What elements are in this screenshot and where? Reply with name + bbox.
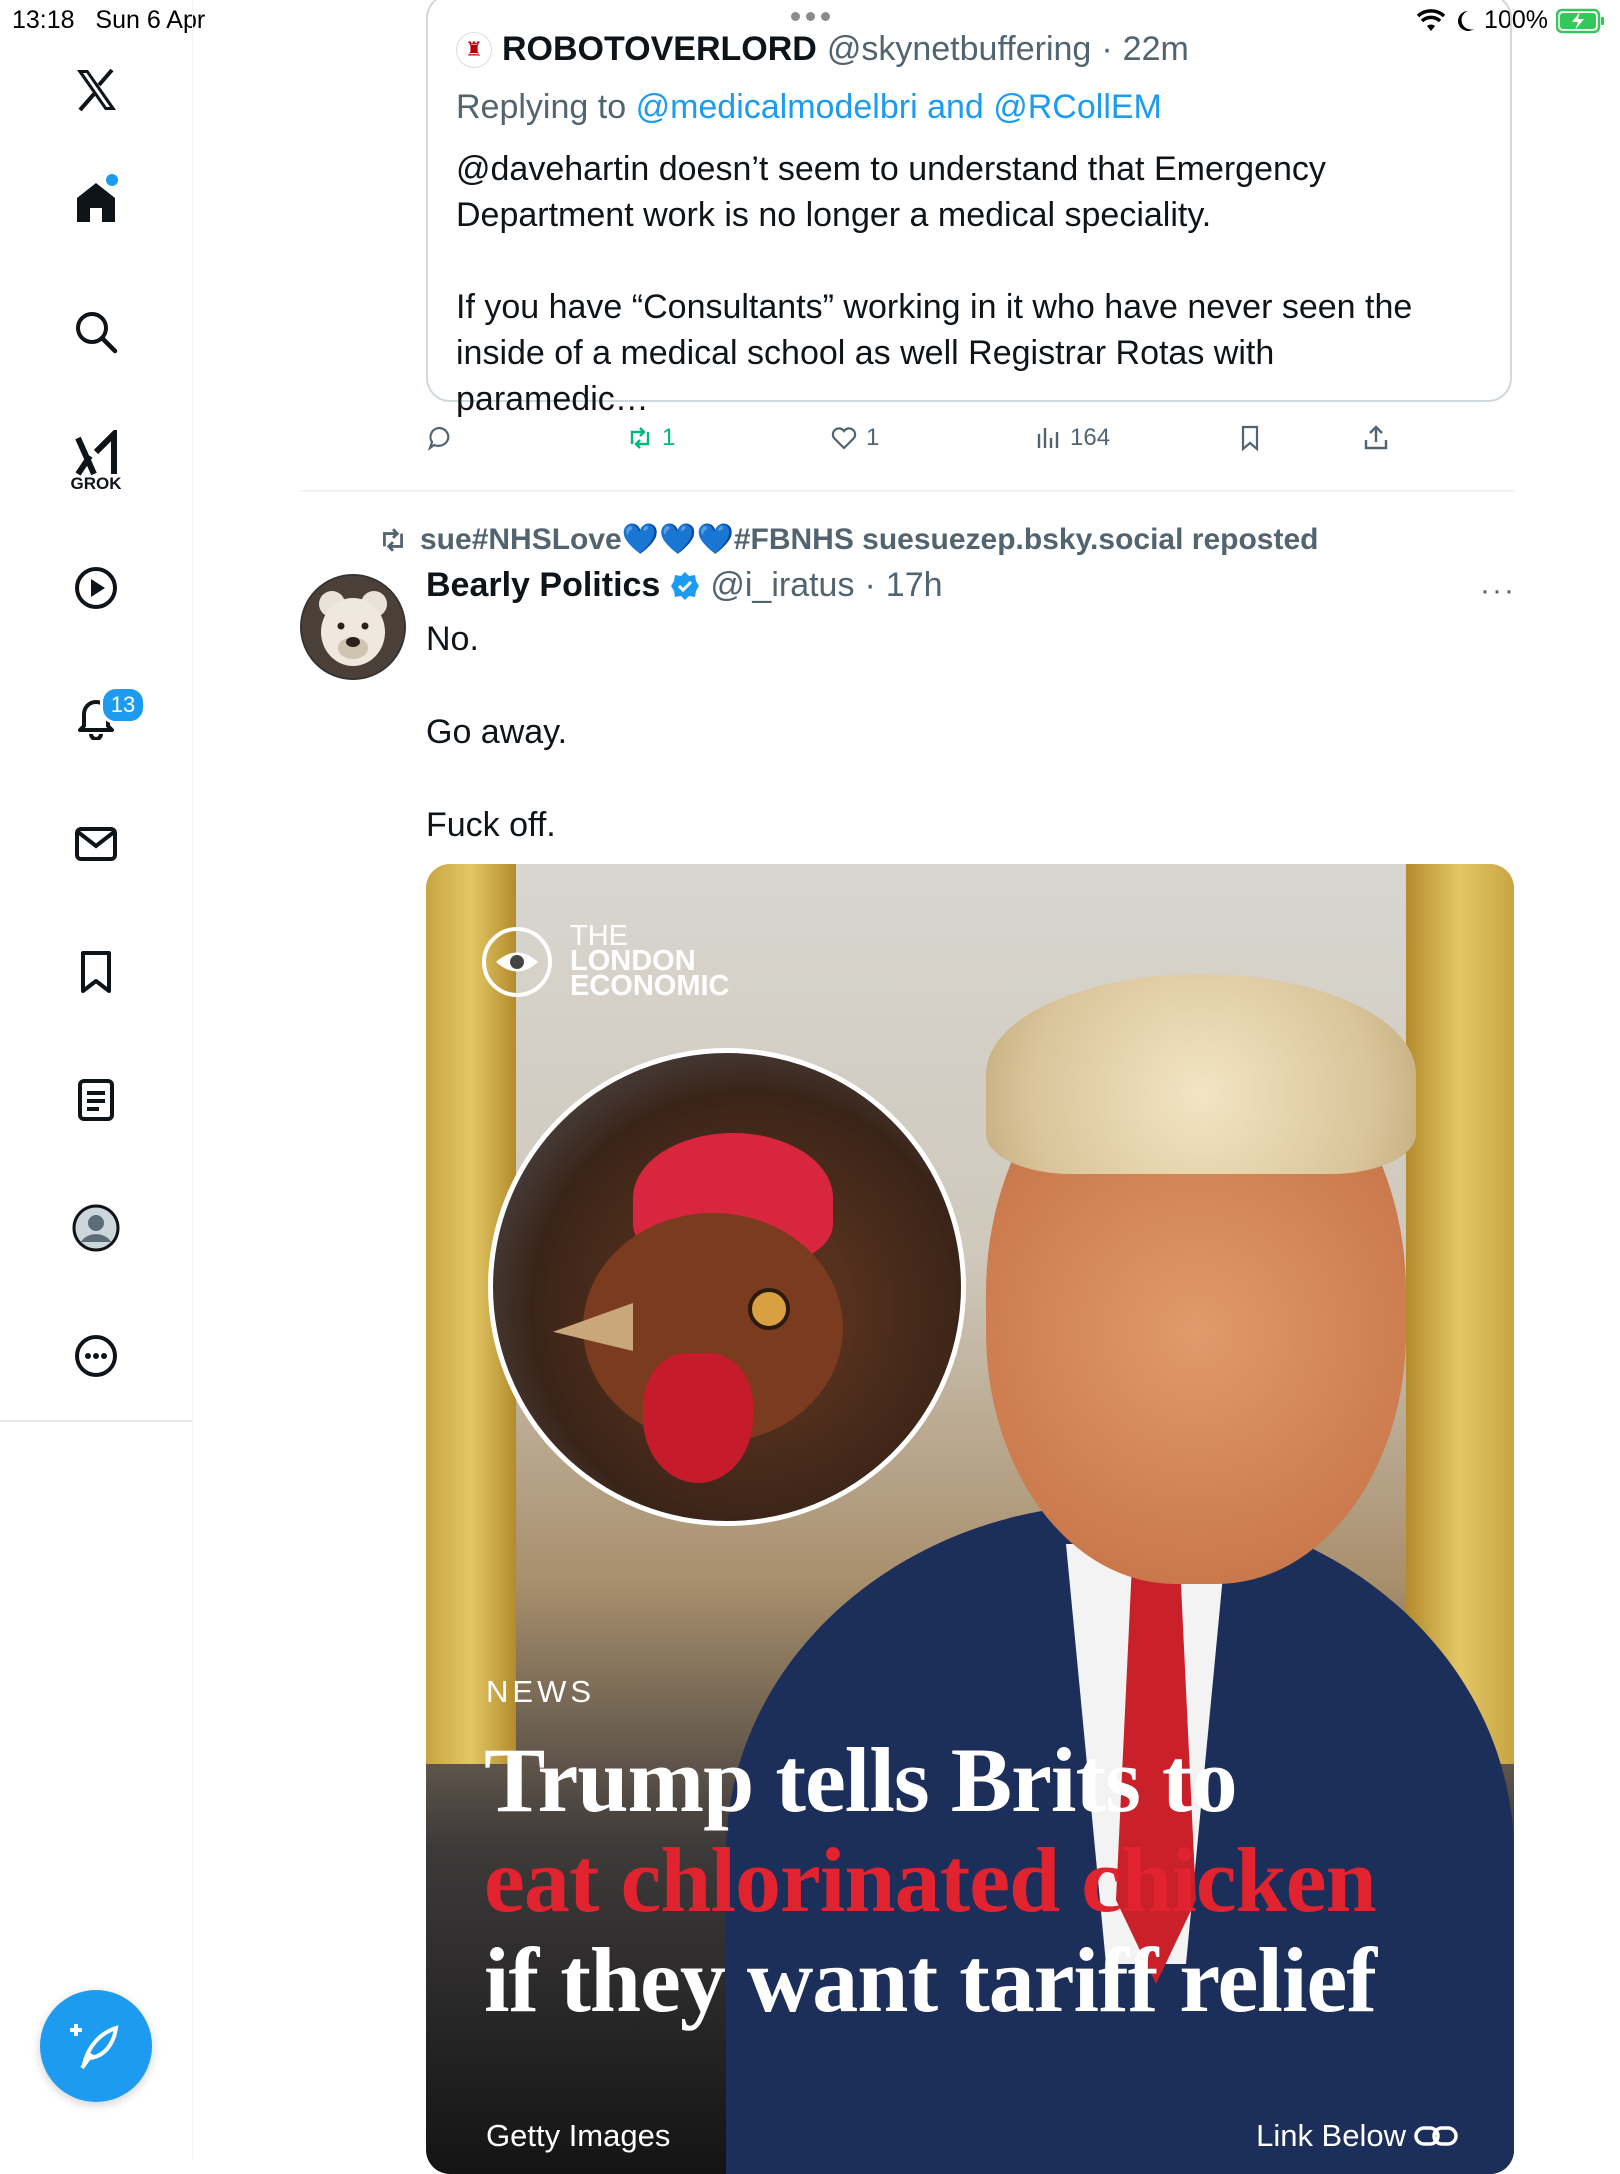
quoted-author-name[interactable]: ROBOTOVERLORD xyxy=(502,30,817,69)
messages-icon[interactable] xyxy=(66,814,126,874)
headline-line: Trump tells Brits to xyxy=(484,1729,1238,1831)
home-unread-dot xyxy=(106,174,118,186)
notifications-badge: 13 xyxy=(100,686,146,724)
sidebar-divider xyxy=(0,1420,192,1422)
quoted-body-paragraph: If you have “Consultants” working in it … xyxy=(456,288,1413,418)
repost-icon xyxy=(383,527,403,552)
quoted-body-paragraph: @davehartin doesn’t seem to understand t… xyxy=(456,150,1326,234)
lists-icon[interactable] xyxy=(66,1070,126,1130)
portrait-hair xyxy=(986,974,1416,1174)
replying-to-line: Replying to @medicalmodelbri and @RCollE… xyxy=(456,88,1162,127)
publisher-logo: THE LONDON ECONOMIC xyxy=(482,922,730,1002)
verified-badge-icon xyxy=(671,571,700,600)
tweet-header: Bearly Politics @i_iratus · 17h xyxy=(426,566,943,605)
views-button[interactable]: 164 xyxy=(1034,424,1110,452)
reposter-name: sue#NHSLove xyxy=(420,523,622,556)
grok-nav-item[interactable]: GROK xyxy=(66,422,126,502)
section-label: NEWS xyxy=(486,1674,595,1709)
more-icon[interactable] xyxy=(66,1326,126,1386)
bookmark-icon xyxy=(1241,425,1259,452)
tweet-line: Go away. xyxy=(426,713,568,751)
author-avatar[interactable] xyxy=(300,574,406,680)
compose-button[interactable] xyxy=(40,1990,152,2102)
x-logo-icon[interactable] xyxy=(66,60,126,120)
bear-avatar-icon xyxy=(302,576,404,678)
like-count: 1 xyxy=(866,424,880,451)
reposter-hearts: 💙💙💙 xyxy=(621,523,734,556)
headline-line: eat chlorinated chicken xyxy=(484,1829,1377,1931)
eye-logo-icon xyxy=(482,926,552,997)
replying-to-prefix: Replying to xyxy=(456,88,627,126)
author-handle[interactable]: @i_iratus xyxy=(710,566,854,605)
retweet-count: 1 xyxy=(662,424,676,451)
repost-label: #FBNHS suesuezep.bsky.social reposted xyxy=(733,523,1319,556)
headline-line: if they want tariff relief xyxy=(484,1929,1377,2031)
views-chart-icon xyxy=(1037,428,1059,448)
grok-label: GROK xyxy=(70,474,122,493)
heart-icon xyxy=(831,427,857,450)
profile-avatar-icon[interactable] xyxy=(66,1198,126,1258)
chicken-eye xyxy=(748,1288,790,1330)
quoted-timestamp: 22m xyxy=(1122,30,1189,68)
author-name[interactable]: Bearly Politics xyxy=(426,566,660,605)
video-icon[interactable] xyxy=(66,558,126,618)
header-separator: · xyxy=(864,566,876,604)
grok-icon xyxy=(75,430,117,476)
like-button[interactable]: 1 xyxy=(830,424,879,452)
reply-icon xyxy=(427,426,450,451)
link-icon xyxy=(1414,2126,1458,2146)
more-options-icon[interactable]: ··· xyxy=(1480,574,1516,608)
share-icon xyxy=(1364,425,1388,450)
chicken-inset-photo xyxy=(488,1048,966,1526)
compose-feather-icon xyxy=(70,2024,119,2070)
tweet-timestamp[interactable]: 17h xyxy=(886,566,943,605)
tweet-line: No. xyxy=(426,620,479,658)
logo-line: ECONOMIC xyxy=(570,970,730,1002)
share-button[interactable] xyxy=(1362,424,1390,452)
tweet-text: No. Go away. Fuck off. xyxy=(426,616,567,895)
tweet-line: Fuck off. xyxy=(426,806,556,844)
quoted-tweet-header: ♜ ROBOTOVERLORD @skynetbuffering · 22m xyxy=(456,30,1189,69)
tweet-media-image[interactable]: THE LONDON ECONOMIC NEWS Trump tells Bri… xyxy=(426,864,1514,2174)
retweet-icon xyxy=(630,427,650,449)
reply-button[interactable] xyxy=(426,424,454,452)
bookmark-button[interactable] xyxy=(1236,424,1264,452)
bookmarks-icon[interactable] xyxy=(66,942,126,1002)
search-icon[interactable] xyxy=(66,302,126,362)
photo-credit: Getty Images xyxy=(486,2118,671,2153)
retweet-button[interactable]: 1 xyxy=(626,424,675,452)
quoted-tweet-body: @davehartin doesn’t seem to understand t… xyxy=(456,146,1476,468)
quoted-separator: · xyxy=(1101,30,1113,68)
quoted-author-handle[interactable]: @skynetbuffering xyxy=(827,30,1091,69)
link-below-label: Link Below xyxy=(1256,2118,1458,2154)
views-count: 164 xyxy=(1070,424,1111,451)
quoted-author-avatar[interactable]: ♜ xyxy=(456,31,492,68)
link-below-text: Link Below xyxy=(1256,2118,1406,2153)
tweet-divider xyxy=(300,490,1514,492)
chicken-wattle xyxy=(643,1353,753,1483)
battery-charging-icon xyxy=(1556,8,1604,33)
replying-to-link[interactable]: @medicalmodelbri and @RCollEM xyxy=(636,88,1162,126)
repost-context[interactable]: sue#NHSLove💙💙💙#FBNHS suesuezep.bsky.soci… xyxy=(376,522,1318,557)
image-headline: Trump tells Brits to eat chlorinated chi… xyxy=(484,1730,1484,2030)
